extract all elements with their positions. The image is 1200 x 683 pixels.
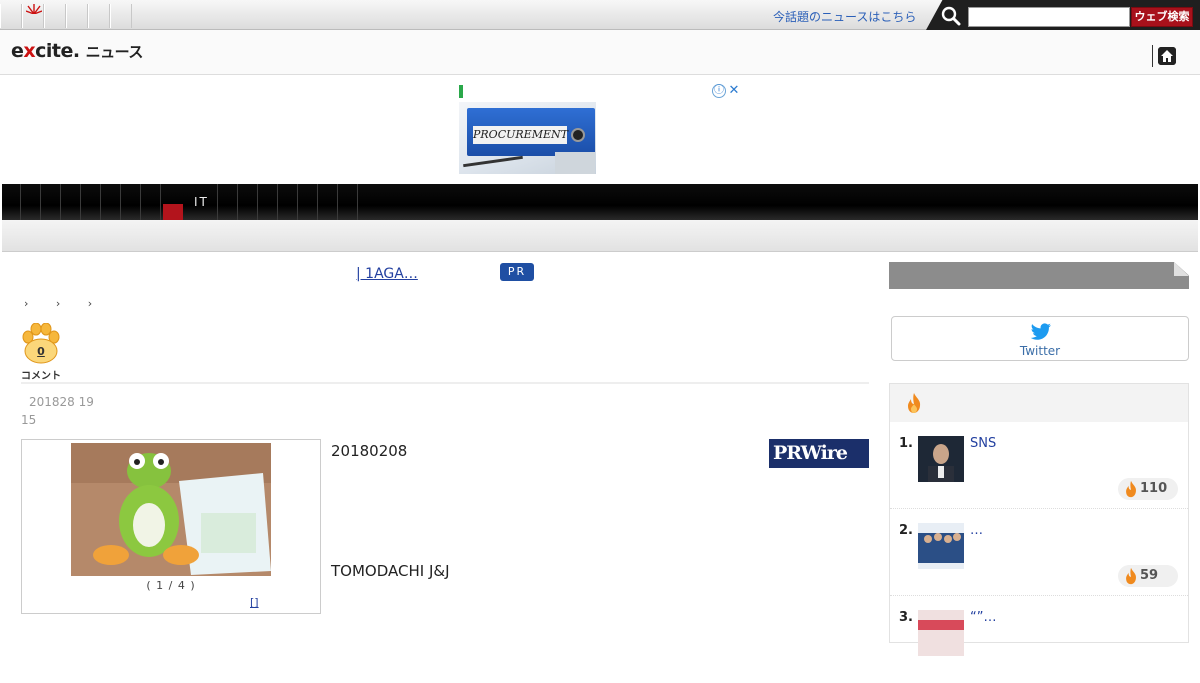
search-icon[interactable] xyxy=(941,6,961,26)
nav-item[interactable] xyxy=(298,184,318,220)
ad-image-calculator xyxy=(555,152,595,174)
nav-item[interactable] xyxy=(338,184,358,220)
ranking-thumbnail[interactable] xyxy=(918,610,964,656)
web-search-button[interactable]: ウェブ検索 xyxy=(1131,7,1193,27)
nav-item[interactable] xyxy=(141,184,161,220)
nav-item[interactable] xyxy=(81,184,101,220)
ad-banner[interactable]: PROCUREMENT xyxy=(459,102,596,174)
ranking-header xyxy=(890,384,1188,422)
brand-header xyxy=(0,30,1200,75)
divider xyxy=(1152,45,1153,67)
paw-icon[interactable] xyxy=(21,323,61,365)
article-text: TOMODACHI J&J xyxy=(331,562,450,580)
comment-label: コメント xyxy=(21,371,61,382)
ad-image-pen xyxy=(463,155,523,168)
flame-icon xyxy=(1126,567,1137,585)
rank-number: 2. xyxy=(899,523,913,538)
ranking-score: 59 xyxy=(1118,565,1178,587)
pr-badge: PR xyxy=(500,263,534,281)
ranking-item[interactable]: 3. “”… xyxy=(890,596,1188,683)
top-tab[interactable] xyxy=(0,4,22,28)
nav-item[interactable] xyxy=(21,184,41,220)
article-date: 201828 19 xyxy=(29,395,94,409)
sub-nav xyxy=(2,220,1198,252)
ranking-score-value: 110 xyxy=(1140,481,1168,496)
nav-item[interactable] xyxy=(238,184,258,220)
twitter-bird-icon xyxy=(1030,323,1051,340)
sidebar-header-bar xyxy=(889,262,1189,289)
top-tab[interactable] xyxy=(88,4,110,28)
nav-item[interactable] xyxy=(278,184,298,220)
search-input[interactable] xyxy=(968,7,1130,27)
comment-count[interactable]: 0 xyxy=(21,345,61,358)
ranking-thumbnail[interactable] xyxy=(918,523,964,569)
trending-news-link[interactable]: 今話題のニュースはこちら xyxy=(773,8,916,25)
ranking-title[interactable]: SNS xyxy=(970,436,996,451)
rank-number: 3. xyxy=(899,610,913,625)
logo-rays-icon xyxy=(26,4,42,14)
flame-icon xyxy=(1126,480,1137,498)
pr-link[interactable]: | 1AGA… xyxy=(356,266,489,282)
logo-text: e xyxy=(11,40,24,62)
ranking-thumbnail[interactable] xyxy=(918,436,964,482)
ranking-title[interactable]: “”… xyxy=(970,610,996,625)
excite-news-logo[interactable]: excite. ニュース xyxy=(11,40,143,62)
flame-icon xyxy=(908,393,921,413)
nav-item-it-label: IT xyxy=(194,195,209,209)
ranking-item[interactable]: 1. SNS 110 xyxy=(890,422,1188,509)
nav-item[interactable] xyxy=(121,184,141,220)
ranking-score: 110 xyxy=(1118,478,1178,500)
top-tab[interactable] xyxy=(44,4,66,28)
ranking-title[interactable]: … xyxy=(970,523,983,538)
top-tab[interactable] xyxy=(110,4,132,28)
ranking-panel: 1. SNS 110 2. … 59 3. “”… xyxy=(889,383,1189,656)
article-photo-box: ( 1 / 4 ) [] xyxy=(21,439,321,614)
category-nav: IT xyxy=(2,184,1198,220)
twitter-follow-button[interactable]: Twitter xyxy=(891,316,1189,361)
nav-item[interactable] xyxy=(258,184,278,220)
top-tab[interactable] xyxy=(66,4,88,28)
nav-item[interactable] xyxy=(101,184,121,220)
logo-news: ニュース xyxy=(85,43,144,61)
article-text: 20180208 xyxy=(331,442,408,460)
home-icon[interactable] xyxy=(1158,47,1176,65)
ad-marker xyxy=(459,85,463,98)
pr-wire-logo[interactable]: PRWire xyxy=(769,439,869,468)
rank-number: 1. xyxy=(899,436,913,451)
nav-item[interactable] xyxy=(61,184,81,220)
logo-text: cite. xyxy=(35,40,80,62)
article-photo[interactable] xyxy=(71,443,271,576)
nav-item-it[interactable] xyxy=(161,184,218,220)
ad-close-icon[interactable]: ✕ xyxy=(727,84,741,98)
nav-item[interactable] xyxy=(2,184,21,220)
breadcrumb[interactable]: › › › xyxy=(24,297,104,310)
photo-caption: ( 1 / 4 ) xyxy=(146,579,196,592)
ad-info-icon[interactable]: ⓘ xyxy=(712,84,726,98)
nav-item[interactable] xyxy=(41,184,61,220)
ranking-score-value: 59 xyxy=(1140,568,1159,583)
ad-image-ring xyxy=(571,128,585,142)
ad-binder-label: PROCUREMENT xyxy=(473,126,568,144)
article-time: 15 xyxy=(21,413,37,427)
nav-item[interactable] xyxy=(218,184,238,220)
top-utility-bar: 今話題のニュースはこちら ウェブ検索 xyxy=(0,0,1200,30)
twitter-label: Twitter xyxy=(1019,344,1061,358)
logo-x: x xyxy=(23,40,36,62)
photo-gallery-link[interactable]: [] xyxy=(250,596,318,609)
nav-item[interactable] xyxy=(318,184,338,220)
divider xyxy=(21,382,869,384)
ranking-item[interactable]: 2. … 59 xyxy=(890,509,1188,596)
